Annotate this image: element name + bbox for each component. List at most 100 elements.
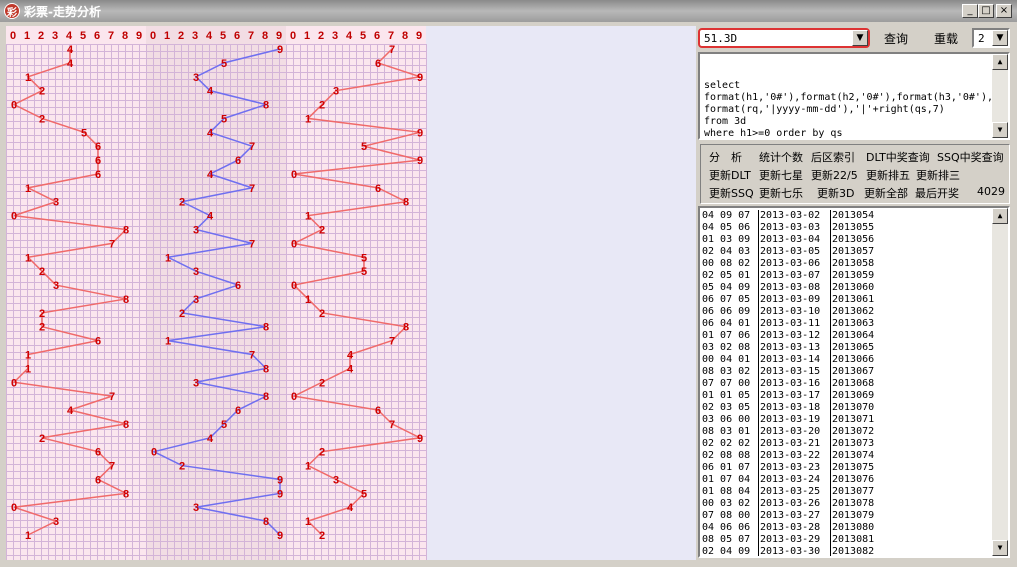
dlt-query-button[interactable]: DLT中奖查询 [866, 149, 930, 165]
draw-row[interactable]: 08 05 07 2013-03-29 2013081 [700, 534, 990, 546]
draw-date: 2013-03-24 [760, 474, 821, 485]
update-ssq-button[interactable]: 更新SSQ [709, 185, 754, 201]
draw-row[interactable]: 04 05 06 2013-03-03 2013055 [700, 222, 990, 234]
draw-row[interactable]: 03 02 08 2013-03-13 2013065 [700, 342, 990, 354]
minimize-button[interactable]: _ [962, 4, 978, 18]
update-dlt-button[interactable]: 更新DLT [709, 167, 751, 183]
data-point-label: 5 [361, 141, 367, 153]
draw-row[interactable]: 06 07 05 2013-03-09 2013061 [700, 294, 990, 306]
draw-row[interactable]: 02 04 09 2013-03-30 2013082 [700, 546, 990, 557]
draw-row[interactable]: 02 02 02 2013-03-21 2013073 [700, 438, 990, 450]
draw-row[interactable]: 00 08 02 2013-03-06 2013058 [700, 258, 990, 270]
draw-row[interactable]: 03 06 00 2013-03-19 2013071 [700, 414, 990, 426]
digit-header-label: 3 [192, 30, 198, 42]
data-point-label: 9 [277, 530, 283, 542]
draw-row[interactable]: 04 06 06 2013-03-28 2013080 [700, 522, 990, 534]
update-225-button[interactable]: 更新22/5 [811, 167, 858, 183]
data-point-label: 2 [179, 461, 185, 473]
digit-header-label: 9 [416, 30, 422, 42]
draw-row[interactable]: 06 06 09 2013-03-10 2013062 [700, 306, 990, 318]
digit-header-label: 2 [178, 30, 184, 42]
data-point-label: 1 [25, 363, 31, 375]
update-qile-button[interactable]: 更新七乐 [759, 185, 803, 201]
draw-row[interactable]: 02 05 01 2013-03-07 2013059 [700, 270, 990, 282]
draw-row[interactable]: 02 04 03 2013-03-05 2013057 [700, 246, 990, 258]
draw-row[interactable]: 04 09 07 2013-03-02 2013054 [700, 210, 990, 222]
sql-line: where h1>=0 order by qs [704, 128, 843, 139]
draw-date: 2013-03-25 [760, 486, 821, 497]
data-point-label: 8 [123, 225, 129, 237]
data-point-label: 6 [375, 183, 381, 195]
draw-numbers: 01 01 05 [702, 390, 751, 401]
data-point-label: 2 [39, 322, 45, 334]
data-point-label: 7 [249, 238, 255, 250]
sql-line: select [704, 80, 741, 91]
draw-date: 2013-03-05 [760, 246, 821, 257]
draw-row[interactable]: 06 01 07 2013-03-23 2013075 [700, 462, 990, 474]
draw-row[interactable]: 06 04 01 2013-03-11 2013063 [700, 318, 990, 330]
scroll-up-icon[interactable]: ▲ [992, 208, 1008, 224]
draw-numbers: 06 06 09 [702, 306, 751, 317]
data-point-label: 8 [403, 322, 409, 334]
update-pl3-button[interactable]: 更新排三 [916, 167, 960, 183]
data-point-label: 5 [361, 266, 367, 278]
update-all-button[interactable]: 更新全部 [864, 185, 908, 201]
draw-numbers: 02 04 09 [702, 546, 751, 557]
data-point-label: 4 [207, 211, 214, 223]
results-scrollbar[interactable]: ▲ ▼ [992, 208, 1008, 556]
draw-row[interactable]: 00 03 02 2013-03-26 2013078 [700, 498, 990, 510]
draw-row[interactable]: 01 07 04 2013-03-24 2013076 [700, 474, 990, 486]
scroll-down-icon[interactable]: ▼ [992, 540, 1008, 556]
ssq-query-button[interactable]: SSQ中奖查询 [937, 149, 1004, 165]
lottery-type-value: 51.3D [704, 32, 738, 45]
draw-row[interactable]: 01 01 05 2013-03-17 2013069 [700, 390, 990, 402]
draw-results-list[interactable]: 04 09 07 2013-03-02 2013054 04 05 06 2013-03… [698, 206, 1010, 558]
draw-row[interactable]: 08 03 02 2013-03-15 2013067 [700, 366, 990, 378]
analyze-button[interactable]: 分 析 [709, 149, 742, 165]
trend-chart: 0123456789012345678901234567894412025666… [6, 26, 696, 560]
draw-row[interactable]: 01 07 06 2013-03-12 2013064 [700, 330, 990, 342]
update-pl5-button[interactable]: 更新排五 [866, 167, 910, 183]
search-button[interactable]: 查询 [884, 30, 908, 47]
draw-numbers: 01 03 09 [702, 234, 751, 245]
chevron-down-icon[interactable]: ▼ [992, 30, 1008, 46]
data-point-label: 2 [39, 86, 45, 98]
draw-issue: 2013071 [832, 414, 875, 425]
reload-count-combo[interactable]: 2 ▼ [972, 28, 1010, 48]
update-3d-button[interactable]: 更新3D [817, 185, 854, 201]
update-qixing-button[interactable]: 更新七星 [759, 167, 803, 183]
data-point-label: 7 [109, 461, 115, 473]
draw-row[interactable]: 02 03 05 2013-03-18 2013070 [700, 402, 990, 414]
close-button[interactable]: × [996, 4, 1012, 18]
lottery-type-combo[interactable]: 51.3D ▼ [698, 28, 870, 48]
draw-row[interactable]: 07 08 00 2013-03-27 2013079 [700, 510, 990, 522]
draw-numbers: 06 07 05 [702, 294, 751, 305]
data-point-label: 1 [25, 530, 31, 542]
draw-date: 2013-03-26 [760, 498, 821, 509]
draw-row[interactable]: 01 08 04 2013-03-25 2013077 [700, 486, 990, 498]
digit-header-label: 7 [108, 30, 114, 42]
draw-row[interactable]: 05 04 09 2013-03-08 2013060 [700, 282, 990, 294]
draw-row[interactable]: 02 08 08 2013-03-22 2013074 [700, 450, 990, 462]
draw-numbers: 02 08 08 [702, 450, 751, 461]
draw-row[interactable]: 08 03 01 2013-03-20 2013072 [700, 426, 990, 438]
maximize-button[interactable]: □ [978, 4, 994, 18]
rear-index-button[interactable]: 后区索引 [811, 149, 855, 165]
data-point-label: 8 [263, 363, 269, 375]
draw-numbers: 03 06 00 [702, 414, 751, 425]
chevron-down-icon[interactable]: ▼ [852, 30, 868, 46]
control-panel: 51.3D ▼ 查询 重载 2 ▼ select format(h1,'0#'),… [696, 24, 1014, 564]
scroll-down-icon[interactable]: ▼ [992, 122, 1008, 138]
count-button[interactable]: 统计个数 [759, 149, 803, 165]
scroll-up-icon[interactable]: ▲ [992, 54, 1008, 70]
last-draw-button[interactable]: 最后开奖 [915, 185, 959, 201]
draw-row[interactable]: 00 04 01 2013-03-14 2013066 [700, 354, 990, 366]
draw-row[interactable]: 07 07 00 2013-03-16 2013068 [700, 378, 990, 390]
sql-scrollbar[interactable]: ▲ ▼ [992, 54, 1008, 138]
data-point-label: 9 [417, 72, 423, 84]
reload-button[interactable]: 重载 [934, 30, 958, 47]
draw-row[interactable]: 01 03 09 2013-03-04 2013056 [700, 234, 990, 246]
sql-editor[interactable]: select format(h1,'0#'),format(h2,'0#'),fo… [698, 52, 1010, 140]
record-count: 4029 [977, 185, 1005, 198]
data-point-label: 9 [277, 474, 283, 486]
